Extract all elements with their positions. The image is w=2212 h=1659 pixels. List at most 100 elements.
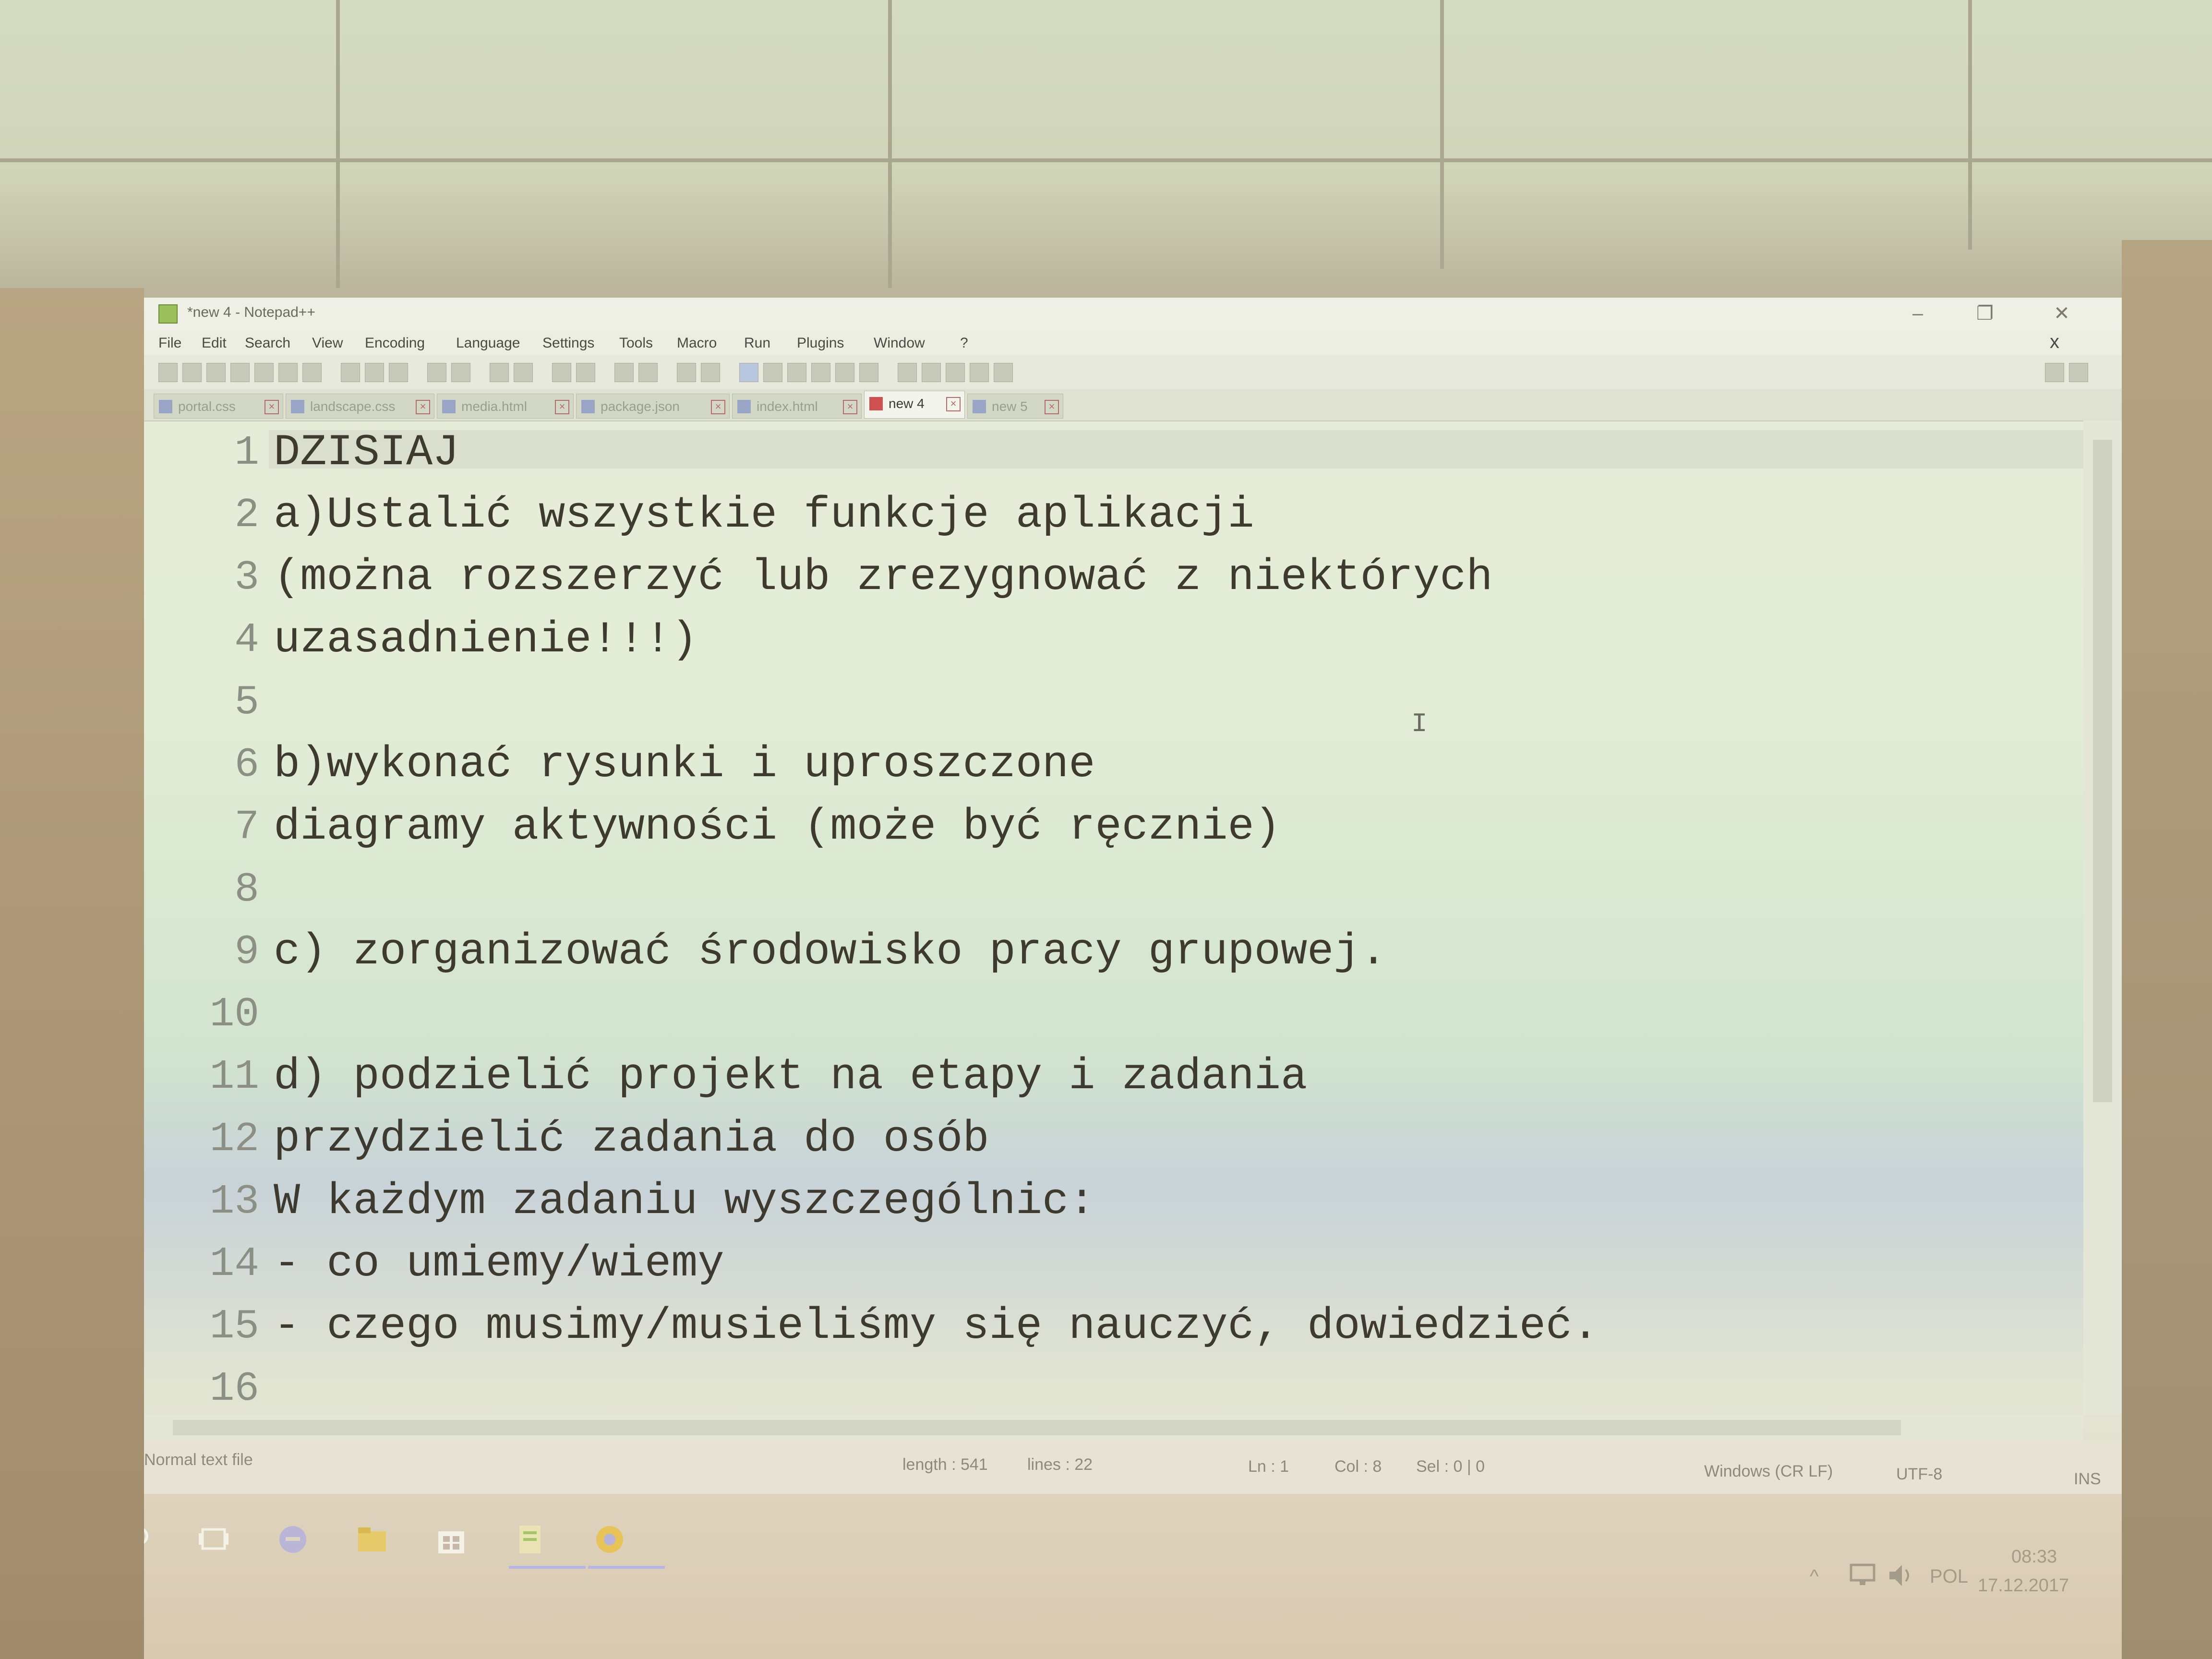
replace-icon[interactable] [514,363,533,382]
status-line-number: Ln : 1 [1248,1457,1289,1476]
restore-button[interactable]: ❐ [1968,301,2002,325]
tab-new-5[interactable]: new 5 × [967,394,1063,419]
task-view-icon[interactable] [197,1523,230,1556]
paste-icon[interactable] [389,363,408,382]
play-macro-icon[interactable] [946,363,965,382]
close-tab-icon[interactable]: × [416,400,430,414]
line-number: 14 [209,1240,259,1287]
find-icon[interactable] [490,363,509,382]
menu-tools[interactable]: Tools [619,335,653,351]
status-eol: Windows (CR LF) [1704,1462,1833,1480]
input-language[interactable]: POL [1930,1566,1968,1587]
menu-run[interactable]: Run [744,335,770,351]
close-all-icon[interactable] [278,363,298,382]
tab-label: portal.css [178,399,236,414]
save-macro-icon[interactable] [994,363,1013,382]
run-macro-multiple-icon[interactable] [970,363,989,382]
line-number: 13 [209,1178,259,1225]
clock-time[interactable]: 08:33 [2011,1547,2057,1567]
save-icon[interactable] [206,363,226,382]
show-all-characters-icon[interactable] [701,363,720,382]
close-button[interactable]: ✕ [2045,301,2079,325]
chrome-icon[interactable] [593,1523,626,1556]
sync-horizontal-icon[interactable] [638,363,658,382]
close-tab-icon[interactable]: × [555,400,569,414]
print-icon[interactable] [302,363,322,382]
scroll-right-icon[interactable] [2069,363,2088,382]
undo-icon[interactable] [427,363,446,382]
text-editor[interactable]: 1 DZISIAJ 2 a)Ustalić wszystkie funkcje … [144,421,2083,1414]
code-line: b)wykonać rysunki i uproszczone [274,739,1095,790]
search-icon[interactable] [144,1523,154,1556]
clock-date[interactable]: 17.12.2017 [1978,1575,2069,1596]
menu-search[interactable]: Search [245,335,290,351]
vertical-scrollbar[interactable] [2083,421,2122,1414]
monitoring-icon[interactable] [859,363,878,382]
line-number: 15 [209,1303,259,1350]
new-file-icon[interactable] [158,363,178,382]
close-file-icon[interactable] [254,363,274,382]
menu-file[interactable]: File [158,335,181,351]
redo-icon[interactable] [451,363,470,382]
tab-portal-css[interactable]: portal.css × [154,394,283,419]
line-number: 5 [234,679,259,726]
wall-right [2122,240,2212,1659]
indent-guide-icon[interactable] [739,363,758,382]
running-app-indicator [588,1566,665,1569]
function-list-icon[interactable] [811,363,830,382]
window-title: *new 4 - Notepad++ [187,304,315,320]
horizontal-scrollbar[interactable] [144,1414,2083,1441]
volume-icon[interactable] [1887,1561,1915,1590]
open-file-icon[interactable] [182,363,202,382]
tab-package-json[interactable]: package.json × [576,394,730,419]
user-language-icon[interactable] [763,363,782,382]
close-document-button[interactable]: x [2050,331,2059,353]
close-tab-icon[interactable]: × [946,397,961,411]
menu-encoding[interactable]: Encoding [365,335,425,351]
sync-vertical-icon[interactable] [614,363,634,382]
menu-bar: File Edit Search View Encoding Language … [144,331,2122,355]
menu-plugins[interactable]: Plugins [797,335,844,351]
menu-language[interactable]: Language [456,335,520,351]
folder-workspace-icon[interactable] [835,363,854,382]
minimize-button[interactable]: – [1901,301,1935,325]
code-line: W każdym zadaniu wyszczególnic: [274,1176,1095,1226]
menu-view[interactable]: View [312,335,343,351]
tab-new-4[interactable]: new 4 × [864,391,965,419]
status-lines: lines : 22 [1027,1455,1093,1474]
cut-icon[interactable] [341,363,360,382]
tab-landscape-css[interactable]: landscape.css × [286,394,434,419]
tab-media-html[interactable]: media.html × [437,394,574,419]
menu-window[interactable]: Window [874,335,925,351]
zoom-out-icon[interactable] [576,363,595,382]
zoom-in-icon[interactable] [552,363,571,382]
tab-index-html[interactable]: index.html × [732,394,862,419]
store-icon[interactable] [434,1523,468,1556]
save-all-icon[interactable] [230,363,250,382]
menu-settings[interactable]: Settings [542,335,594,351]
tray-chevron-icon[interactable]: ^ [1810,1566,1819,1587]
menu-edit[interactable]: Edit [202,335,227,351]
close-tab-icon[interactable]: × [843,400,857,414]
edge-icon[interactable] [276,1523,310,1556]
record-macro-icon[interactable] [898,363,917,382]
scrollbar-thumb[interactable] [173,1420,1901,1435]
ceiling-tile-line [888,0,892,288]
tab-label: new 4 [889,396,925,411]
menu-help[interactable]: ? [960,335,968,351]
file-explorer-icon[interactable] [355,1523,389,1556]
close-tab-icon[interactable]: × [264,400,279,414]
word-wrap-icon[interactable] [677,363,696,382]
scroll-left-icon[interactable] [2045,363,2064,382]
network-icon[interactable] [1848,1561,1877,1590]
notepadpp-icon [158,304,178,324]
copy-icon[interactable] [365,363,384,382]
menu-macro[interactable]: Macro [677,335,717,351]
close-tab-icon[interactable]: × [1045,400,1059,414]
code-line: - co umiemy/wiemy [274,1238,724,1289]
stop-macro-icon[interactable] [922,363,941,382]
document-map-icon[interactable] [787,363,806,382]
close-tab-icon[interactable]: × [711,400,725,414]
notepadpp-icon[interactable] [514,1523,547,1556]
scrollbar-thumb[interactable] [2093,440,2112,1102]
